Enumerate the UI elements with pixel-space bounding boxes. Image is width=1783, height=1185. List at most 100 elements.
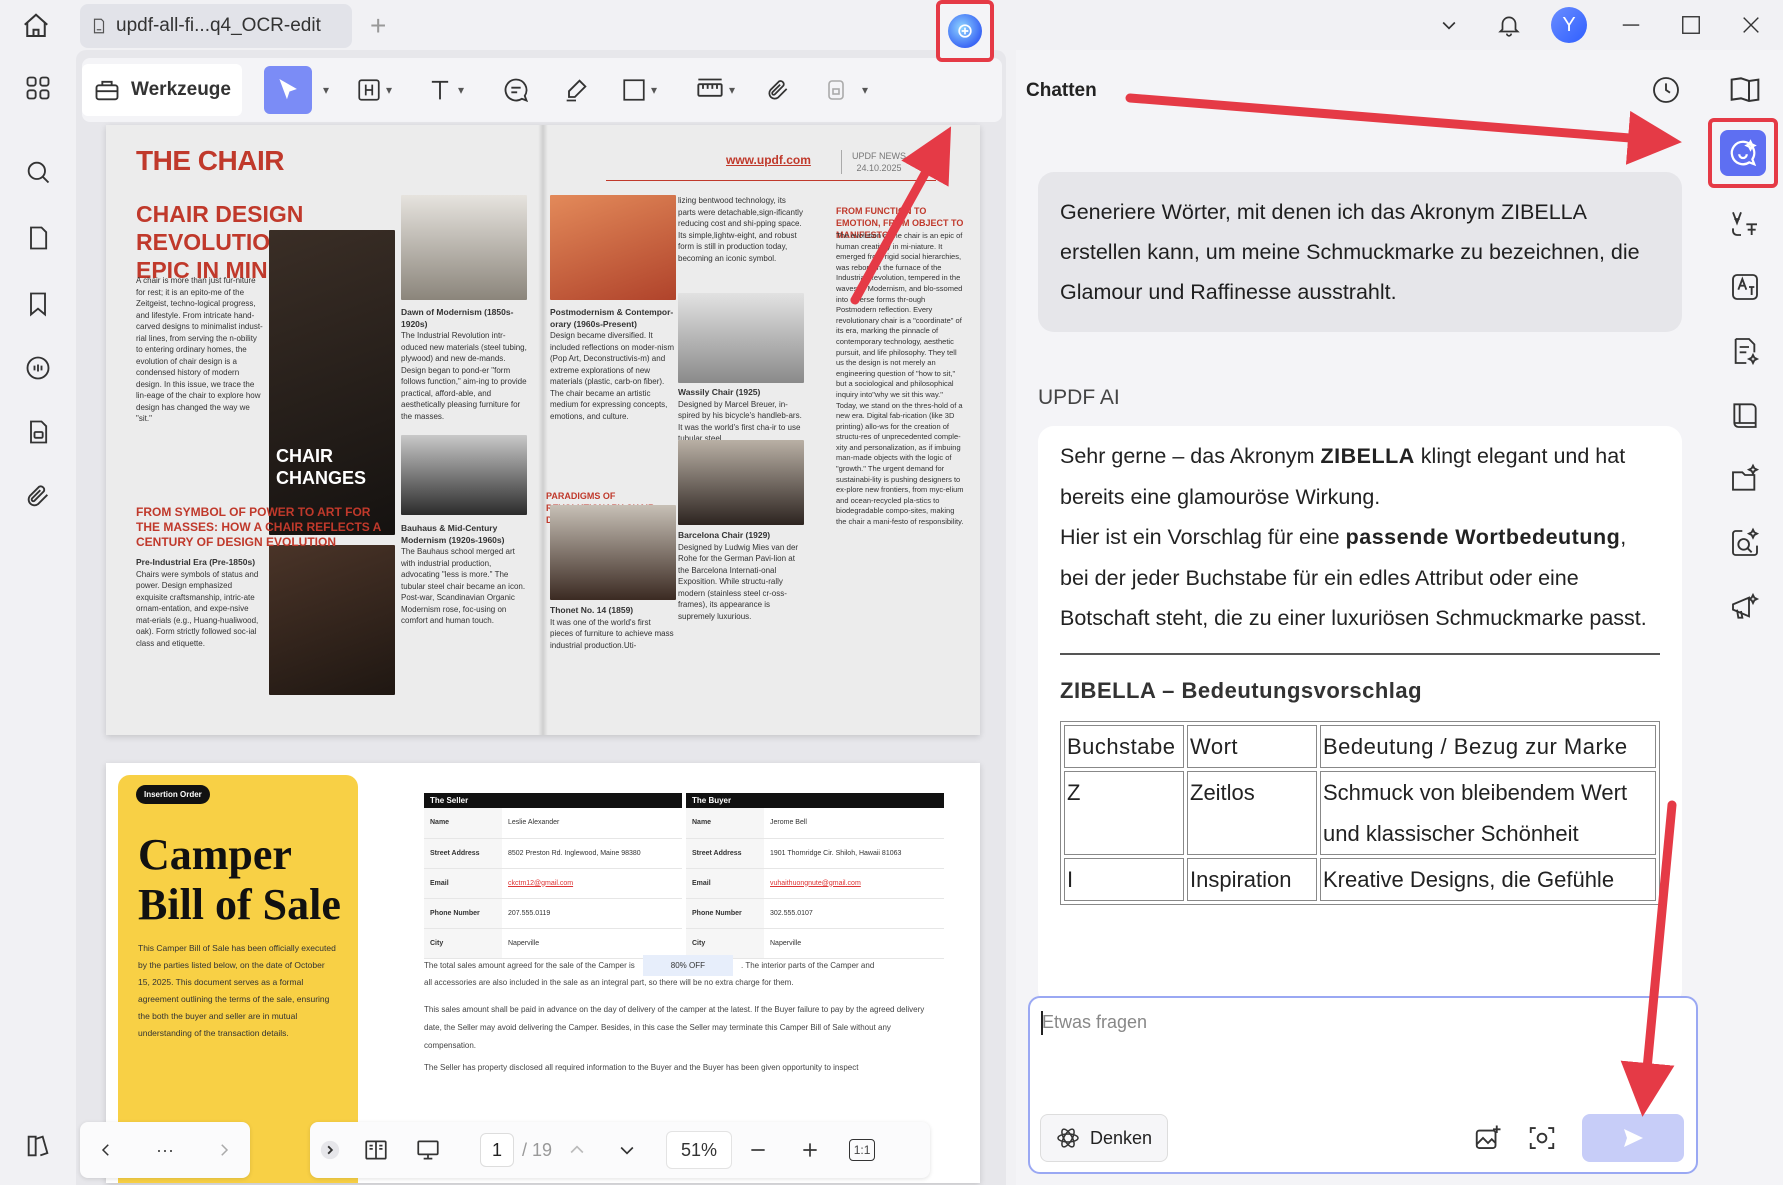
ai-sender-label: UPDF AI [1038, 386, 1120, 409]
seller-table: The Seller Name Leslie Alexander Street Ad… [424, 793, 682, 959]
think-mode-button[interactable]: Denken [1040, 1114, 1168, 1162]
search-icon[interactable] [20, 154, 56, 190]
magazine-subhead: FROM SYMBOL OF POWER TO ART FOR THE MASS… [136, 505, 381, 549]
buyer-table: The Buyer Name Jerome Bell Street Address 1… [686, 793, 944, 959]
attachments-page-icon[interactable] [20, 414, 56, 450]
ai-summary-icon[interactable] [1726, 332, 1764, 370]
maximize-button[interactable] [1663, 0, 1719, 50]
bill-description: This Camper Bill of Sale has been offici… [138, 943, 336, 1038]
postmodern-section: Postmodernism & Contempor-orary (1960s-P… [550, 307, 676, 422]
ai-p1-acronym: ZIBELLA [1320, 444, 1415, 468]
select-tool-dropdown[interactable]: ▾ [314, 66, 334, 114]
comments-icon[interactable] [20, 350, 56, 386]
sale-amount-text: The total sales amount agreed for the sa… [424, 955, 944, 989]
send-button[interactable] [1582, 1114, 1684, 1162]
field-value: Naperville [502, 928, 682, 959]
toolbox-icon [93, 76, 121, 104]
header-footer-tool[interactable]: ▾ [344, 66, 404, 114]
home-icon[interactable] [20, 10, 52, 42]
ai-p2-text-a: Hier ist ein Vorschlag für eine [1060, 525, 1346, 549]
zoom-in-icon[interactable] [784, 1122, 836, 1178]
notification-bell-icon[interactable] [1479, 0, 1539, 50]
chat-title: Chatten [1026, 80, 1097, 101]
wassily-text: Designed by Marcel Breuer, in-spired by … [678, 399, 802, 444]
thonet-title: Thonet No. 14 (1859) [550, 605, 634, 615]
field-value[interactable]: vuhaithuongnute@gmail.com [764, 868, 944, 899]
discount-field: 80% OFF [642, 955, 734, 976]
chat-history-clock-icon[interactable] [1648, 72, 1684, 108]
right-sidebar [1706, 50, 1783, 1185]
presentation-icon[interactable] [402, 1122, 454, 1178]
actual-size-button[interactable]: 1:1 [836, 1122, 888, 1178]
translate-icon[interactable] [1726, 204, 1764, 242]
table-row: City Naperville [424, 928, 682, 959]
ai-assistant-toolbar-button[interactable] [936, 0, 994, 62]
more-options-button[interactable]: ··· [132, 1122, 198, 1178]
text-tool[interactable]: ▾ [412, 66, 478, 114]
field-value: 8502 Preston Rd. Inglewood, Maine 98380 [502, 838, 682, 869]
thonet-text: It was one of the world's first pieces o… [550, 617, 674, 650]
select-tool-button[interactable] [264, 66, 312, 114]
paperclip-icon[interactable] [20, 478, 56, 514]
avatar[interactable]: Y [1539, 0, 1599, 50]
zoom-level-field[interactable]: 51% [666, 1131, 733, 1169]
table-cell: Kreative Designs, die Gefühle [1320, 858, 1656, 901]
minimize-button[interactable] [1599, 0, 1663, 50]
sale-text-a: The total sales amount agreed for the sa… [424, 961, 635, 970]
ai-response-heading: ZIBELLA – Bedeutungsvorschlag [1060, 677, 1423, 703]
document-tab[interactable]: updf-all-fi...q4_OCR-edit [80, 4, 352, 48]
expand-chevron-icon[interactable] [310, 1122, 350, 1178]
ocr-text-icon[interactable] [1726, 268, 1764, 306]
measure-tool[interactable]: ▾ [682, 66, 748, 114]
thumbnails-icon[interactable] [20, 220, 56, 256]
table-row: Phone Number 302.555.0107 [686, 898, 944, 929]
new-tab-button[interactable]: + [370, 10, 386, 42]
ai-assistant-sidebar-button[interactable] [1708, 118, 1778, 188]
tools-button[interactable]: Werkzeuge [82, 64, 242, 116]
barcelona-title: Barcelona Chair (1929) [678, 530, 771, 540]
bookmark-icon[interactable] [20, 286, 56, 322]
bill-title-line1: Camper [138, 830, 292, 879]
image-upload-icon[interactable] [1470, 1120, 1506, 1156]
screenshot-camera-icon[interactable] [1524, 1120, 1560, 1156]
forward-arrow-icon[interactable] [198, 1122, 250, 1178]
previous-page-icon[interactable] [552, 1122, 602, 1178]
tabs-dropdown-icon[interactable] [1419, 0, 1479, 50]
response-divider [1060, 652, 1660, 655]
attachment-tool-icon[interactable] [756, 66, 800, 114]
thonet-chair-photo [550, 505, 676, 600]
sale-text-b: . The interior parts of the Camper and [741, 961, 875, 970]
barcelona-section: Barcelona Chair (1929) Designed by Ludwi… [678, 530, 804, 622]
chat-input-placeholder[interactable]: Etwas fragen [1042, 1012, 1147, 1033]
ai-folder-icon[interactable] [1726, 460, 1764, 498]
comment-tool-icon[interactable] [494, 66, 538, 114]
zoom-out-icon[interactable] [732, 1122, 784, 1178]
next-page-icon[interactable] [602, 1122, 652, 1178]
ai-search-icon[interactable] [1726, 524, 1764, 562]
shape-tool[interactable]: ▾ [608, 66, 670, 114]
field-label: Name [424, 808, 502, 839]
reader-book-icon[interactable] [1726, 70, 1764, 108]
actual-size-label: 1:1 [848, 1139, 876, 1161]
field-label: Name [686, 808, 764, 839]
bentwood-text: lizing bentwood technology, its parts we… [678, 196, 803, 263]
chat-input-box[interactable]: Etwas fragen Denken [1028, 996, 1698, 1174]
table-row: Email ckctm12@gmail.com [424, 868, 682, 899]
ai-paragraph-2: Hier ist ein Vorschlag für eine passende… [1060, 517, 1660, 639]
table-row: Z Zeitlos Schmuck von bleibendem Wert und … [1064, 771, 1656, 855]
book-reader-icon[interactable] [1726, 396, 1764, 434]
think-label: Denken [1089, 1127, 1153, 1148]
highlighter-icon[interactable] [554, 66, 598, 114]
back-arrow-icon[interactable] [80, 1122, 132, 1178]
table-row: Phone Number 207.555.0119 [424, 898, 682, 929]
ai-response: Sehr gerne – das Akronym ZIBELLA klingt … [1038, 426, 1682, 1006]
page-layout-icon[interactable] [350, 1122, 402, 1178]
postmodern-text: Design became diversified. It included r… [550, 331, 675, 421]
hero-photo [269, 230, 395, 535]
present-megaphone-icon[interactable] [1726, 588, 1764, 626]
apps-grid-icon[interactable] [20, 70, 56, 106]
page-number-input[interactable]: 1 [480, 1133, 514, 1167]
close-button[interactable] [1719, 0, 1783, 50]
field-value[interactable]: ckctm12@gmail.com [502, 868, 682, 899]
save-tool[interactable]: ▾ [812, 66, 880, 114]
